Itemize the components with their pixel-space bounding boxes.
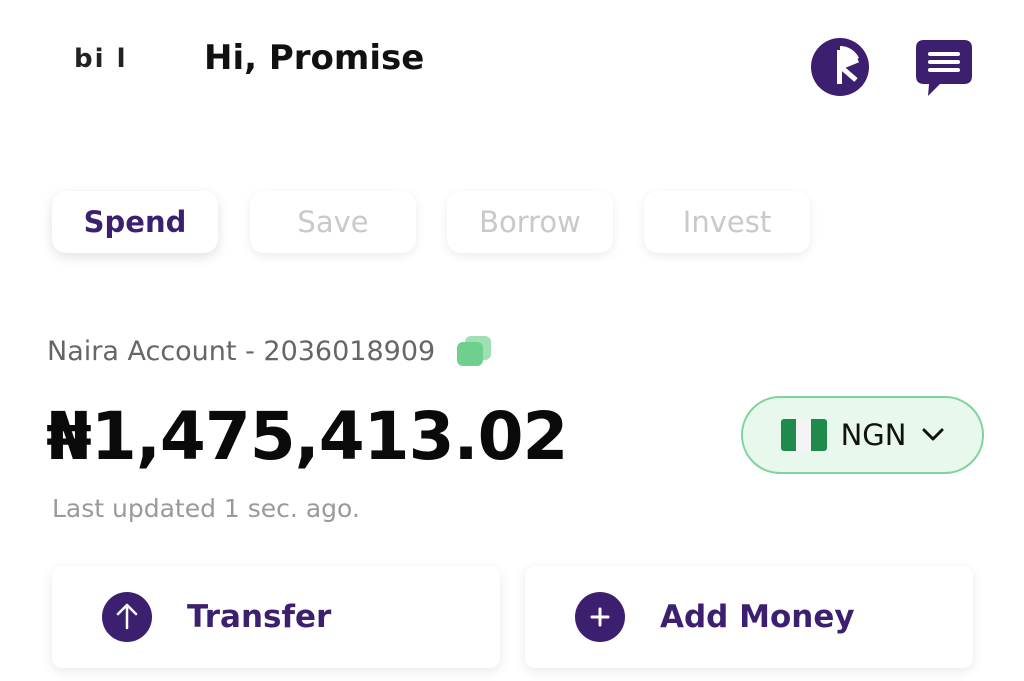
account-balance: ₦1,475,413.02 xyxy=(46,398,568,475)
tab-spend[interactable]: Spend xyxy=(52,191,218,253)
transfer-label: Transfer xyxy=(187,599,332,635)
tab-invest[interactable]: Invest xyxy=(644,191,810,253)
plus-icon xyxy=(575,592,625,642)
copy-icon[interactable] xyxy=(455,334,493,368)
account-row: Naira Account - 2036018909 xyxy=(47,334,493,368)
last-updated-text: Last updated 1 sec. ago. xyxy=(52,494,360,523)
add-money-label: Add Money xyxy=(660,599,855,635)
pie-chart-icon[interactable] xyxy=(811,38,869,96)
add-money-button[interactable]: Add Money xyxy=(525,566,973,668)
account-label: Naira Account - 2036018909 xyxy=(47,335,436,367)
arrow-up-icon xyxy=(102,592,152,642)
transfer-button[interactable]: Transfer xyxy=(52,566,500,668)
currency-selector[interactable]: NGN xyxy=(741,396,984,474)
tab-save[interactable]: Save xyxy=(250,191,416,253)
greeting-title: Hi, Promise xyxy=(204,38,425,78)
nigeria-flag-icon xyxy=(780,419,827,451)
app-logo: bi l xyxy=(74,44,128,74)
chevron-down-icon xyxy=(922,428,944,441)
tab-bar: Spend Save Borrow Invest xyxy=(52,191,812,255)
tab-borrow[interactable]: Borrow xyxy=(447,191,613,253)
currency-code: NGN xyxy=(840,418,907,452)
chat-icon[interactable] xyxy=(914,38,974,98)
